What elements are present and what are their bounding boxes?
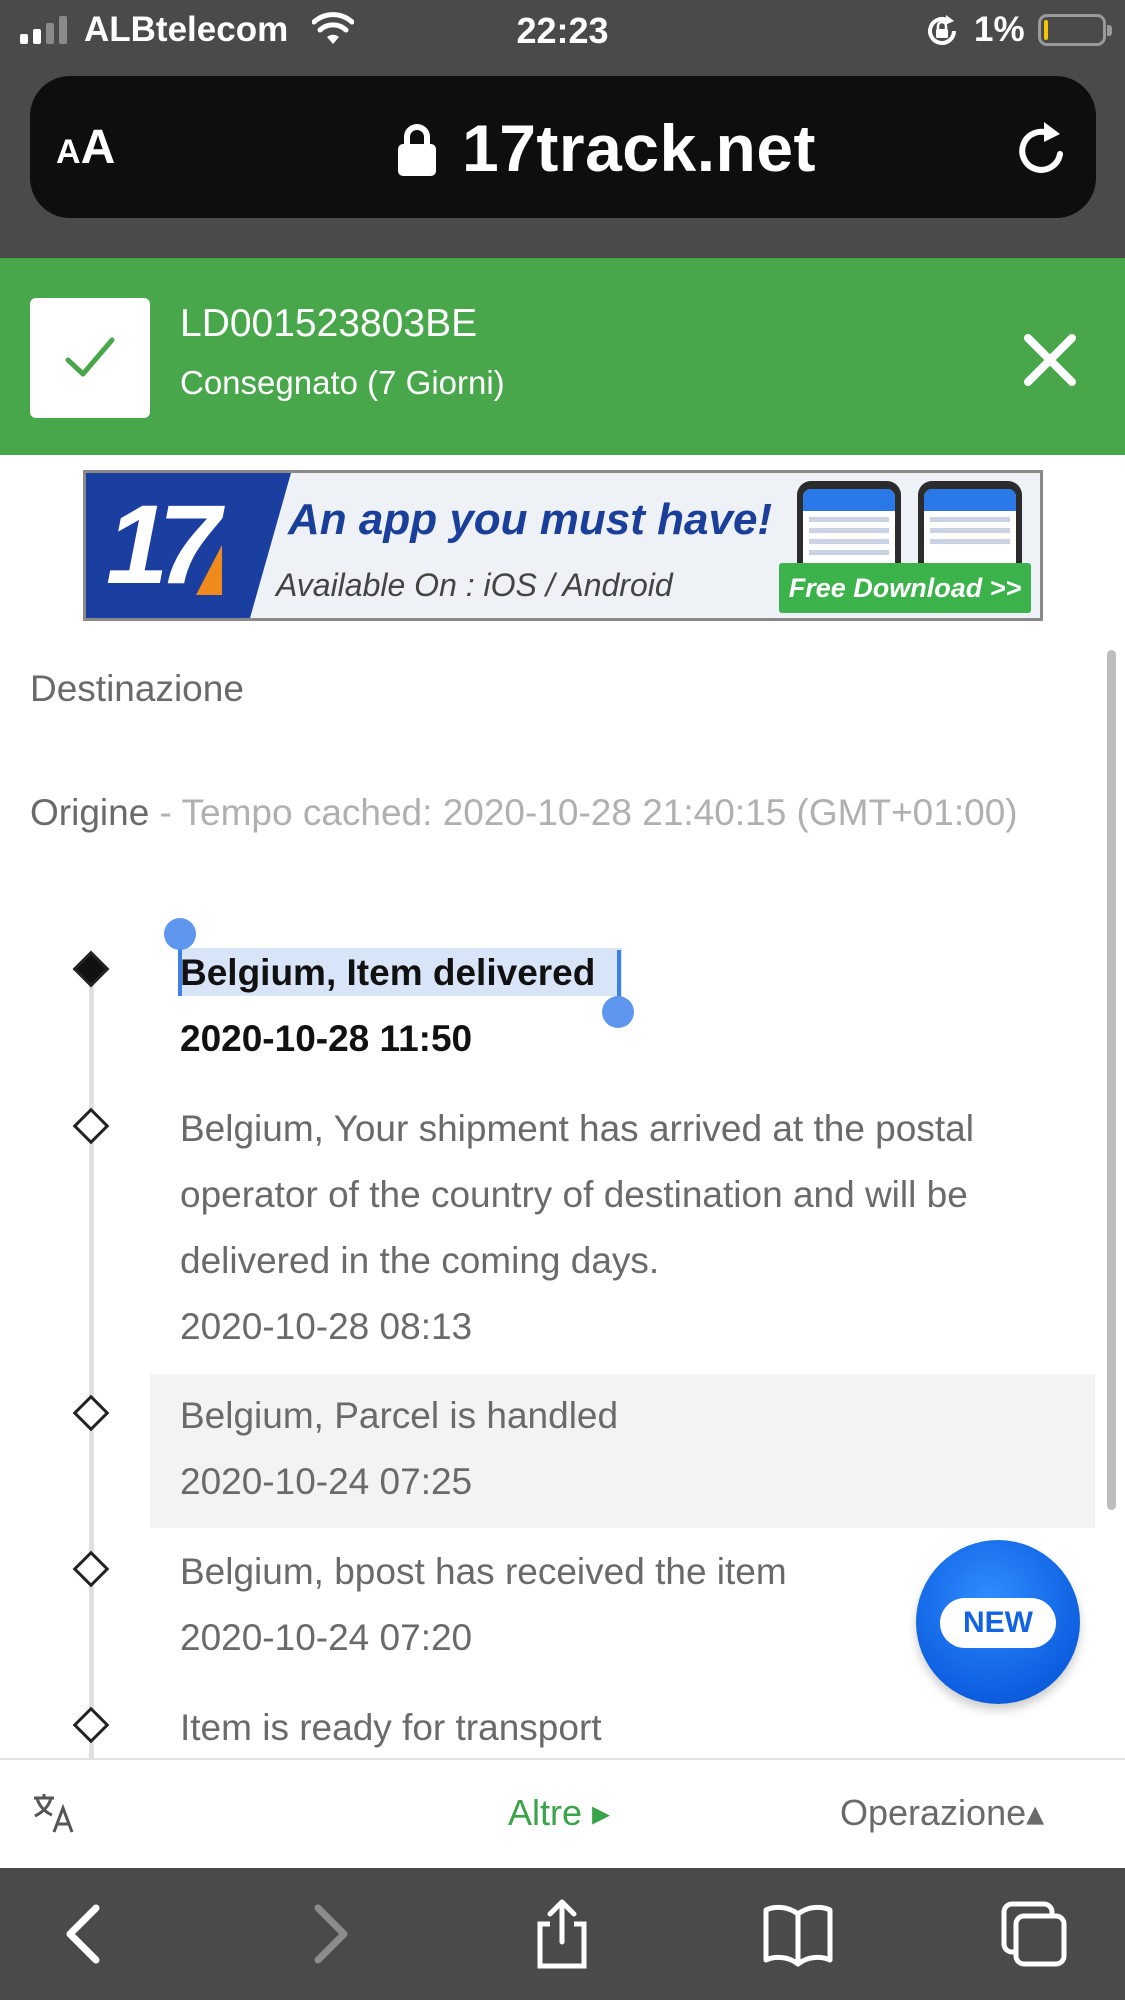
cache-info: - Tempo cached: 2020-10-28 21:40:15 (GMT… <box>149 792 1018 833</box>
forward-icon[interactable] <box>292 1898 364 1970</box>
event-description: Item is ready for transport <box>180 1707 602 1748</box>
browser-toolbar <box>0 1868 1125 2000</box>
ad-headline: An app you must have! <box>288 495 773 544</box>
check-icon <box>65 337 115 377</box>
event-description[interactable]: Belgium, Item delivered <box>180 940 1085 1006</box>
padlock-icon <box>398 124 436 176</box>
tracking-status: Consegnato (7 Giorni) <box>180 364 505 401</box>
status-bar: ALBtelecom 22:23 1% <box>0 0 1125 62</box>
timeline-event: Belgium, Parcel is handled 2020-10-24 07… <box>180 1383 1085 1515</box>
timeline-event: Belgium, Your shipment has arrived at th… <box>180 1096 1085 1360</box>
battery-icon <box>1038 14 1112 46</box>
battery-level <box>1044 20 1048 40</box>
address-bar[interactable]: AA 17track.net <box>30 76 1096 218</box>
free-download-button[interactable]: Free Download >> <box>779 563 1031 613</box>
timeline-node-filled <box>72 950 110 988</box>
operazione-menu[interactable]: Operazione▴ <box>840 1792 1044 1834</box>
site-footer: Altre ▸ Operazione▴ <box>0 1758 1125 1868</box>
reload-icon[interactable] <box>1014 120 1070 178</box>
event-time: 2020-10-24 07:25 <box>180 1461 473 1502</box>
tracking-banner: LD001523803BE Consegnato (7 Giorni) <box>0 258 1125 455</box>
scrollbar[interactable] <box>1107 650 1116 1510</box>
new-badge: NEW <box>940 1598 1056 1648</box>
destination-label: Destinazione <box>30 668 244 709</box>
origin-info: Origine - Tempo cached: 2020-10-28 21:40… <box>30 780 1070 846</box>
rotation-lock-icon <box>928 15 956 45</box>
timeline-node <box>72 1107 110 1145</box>
new-feature-button[interactable]: NEW <box>916 1540 1080 1704</box>
browser-chrome: AA 17track.net <box>0 62 1125 258</box>
share-icon[interactable] <box>526 1898 598 1970</box>
selection-start-handle[interactable] <box>164 918 196 950</box>
selection-end-handle[interactable] <box>602 996 634 1028</box>
bookmarks-icon[interactable] <box>762 1898 834 1970</box>
tracking-number: LD001523803BE <box>180 302 478 345</box>
timeline-line <box>89 980 94 1760</box>
event-description: Belgium, Parcel is handled <box>180 1395 619 1436</box>
selection-start-caret[interactable] <box>178 944 182 996</box>
tabs-icon[interactable] <box>998 1898 1070 1970</box>
status-check-box <box>30 298 150 418</box>
text-size-button[interactable]: AA <box>56 120 115 175</box>
timeline-node <box>72 1394 110 1432</box>
selection-end-caret[interactable] <box>617 950 621 1002</box>
ad-logo-text: 17 <box>106 482 221 607</box>
translate-icon[interactable] <box>32 1790 76 1834</box>
timeline-node <box>72 1706 110 1744</box>
ad-logo: 17 <box>86 473 291 618</box>
origin-label: Origine <box>30 792 150 833</box>
timeline-event: Item is ready for transport <box>180 1695 1085 1761</box>
event-description: Belgium, Your shipment has arrived at th… <box>180 1108 974 1281</box>
event-time: 2020-10-28 08:13 <box>180 1306 473 1347</box>
close-icon[interactable] <box>1020 330 1080 390</box>
ad-subline: Available On : iOS / Android <box>276 567 673 603</box>
text-size-icon: A <box>56 133 81 171</box>
altre-link[interactable]: Altre ▸ <box>508 1792 610 1834</box>
battery-percent: 1% <box>974 10 1025 49</box>
url-domain[interactable]: 17track.net <box>462 110 816 186</box>
timeline-node <box>72 1550 110 1588</box>
back-icon[interactable] <box>50 1898 122 1970</box>
app-ad-banner[interactable]: 17 An app you must have! Available On : … <box>83 470 1043 621</box>
